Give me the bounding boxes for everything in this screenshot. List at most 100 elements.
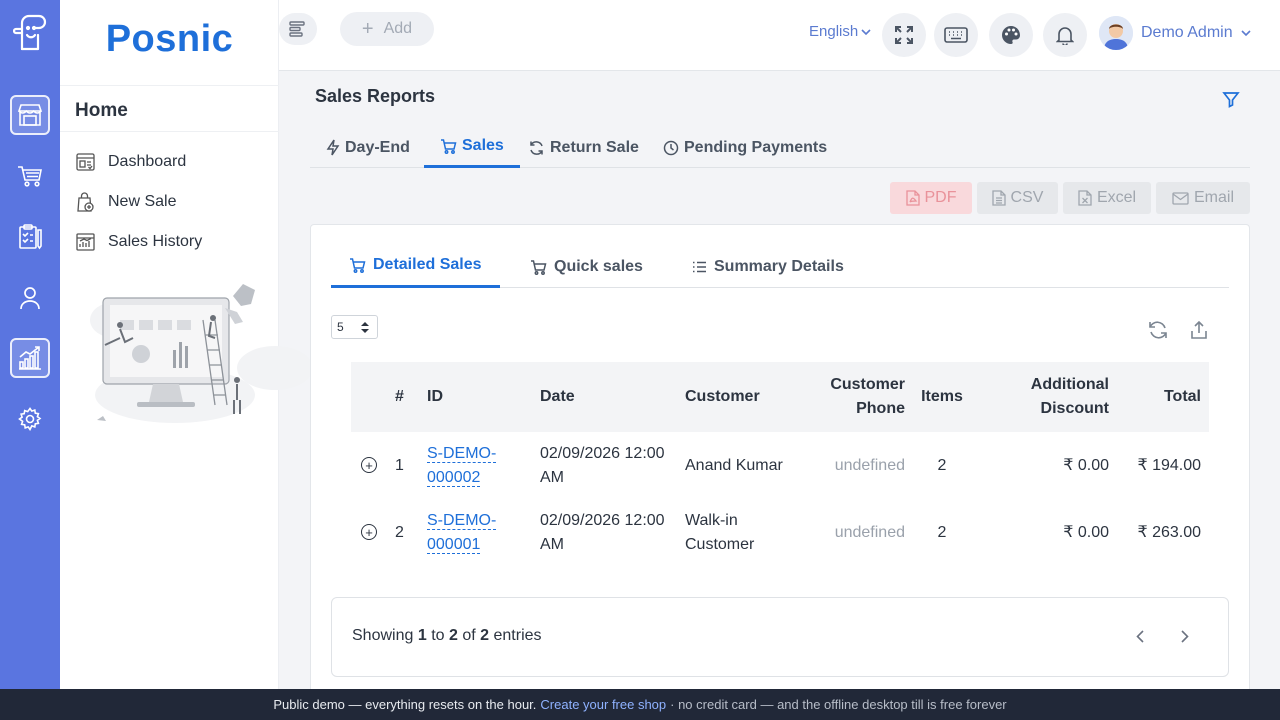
cell-id[interactable]: S-DEMO- 000001 [419,499,532,566]
clock-icon [663,140,679,155]
header-customer[interactable]: Customer [677,362,820,432]
export-label: PDF [924,189,957,206]
side-menu-title: Home [75,100,128,121]
cell-items: 2 [937,456,947,474]
cell-discount: ₹ 0.00 [1063,523,1109,541]
add-button[interactable]: + Add [340,12,434,46]
keyboard-shortcuts-button[interactable] [934,13,978,57]
fullscreen-button[interactable] [882,13,926,57]
cell-phone: undefined [834,456,905,474]
rail-clipboard-button[interactable] [10,217,50,257]
summary-to: 2 [448,627,458,644]
new-sale-icon [75,192,95,212]
add-button-label: Add [383,20,413,37]
store-icon [17,104,43,126]
filter-icon[interactable] [1221,89,1241,109]
sale-id-link[interactable]: S-DEMO- [427,511,497,530]
header-total[interactable]: Total [1117,362,1209,432]
tab-quick-sales[interactable]: Quick sales [512,245,661,288]
header-additional-discount[interactable]: Additional Discount [971,362,1117,432]
sidebar-item-sales-history[interactable]: Sales History [75,228,265,256]
chart-icon [19,346,41,370]
theme-button[interactable] [989,13,1033,57]
next-page-button[interactable] [1173,624,1197,648]
export-email-button[interactable]: Email [1156,182,1250,214]
chevron-right-icon [1181,629,1189,643]
previous-page-button[interactable] [1128,624,1152,648]
sale-id-link[interactable]: 000002 [427,468,481,487]
rail-settings-button[interactable] [10,399,50,439]
cell-date: 02/09/2026 12:00 AM [532,432,677,499]
language-select[interactable]: English [809,23,871,40]
summary-total: 2 [480,627,490,644]
banner-text: Public demo — everything resets on the h… [273,697,537,712]
expand-row-icon[interactable]: + [361,524,377,540]
export-table-button[interactable] [1187,318,1211,342]
expand-row-icon[interactable]: + [361,457,377,473]
dashboard-icon [75,152,95,172]
header-date[interactable]: Date [532,362,677,432]
export-pdf-button[interactable]: PDF [890,182,972,214]
date-text: AM [540,535,564,553]
cell-id[interactable]: S-DEMO- 000002 [419,432,532,499]
mail-icon [1172,191,1189,205]
date-text: AM [540,468,564,486]
excel-file-icon [1078,190,1092,206]
list-icon [693,261,706,272]
export-csv-button[interactable]: CSV [977,182,1058,214]
menu-toggle-button[interactable] [279,13,317,45]
header-id[interactable]: ID [419,362,532,432]
clipboard-icon [19,224,42,250]
summary-from: 1 [417,627,427,644]
export-excel-button[interactable]: Excel [1063,182,1151,214]
export-label: Email [1193,189,1234,206]
cell-customer: Walk-in Customer [677,499,820,566]
rail-user-button[interactable] [10,278,50,318]
user-icon [20,287,40,310]
tab-detailed-sales[interactable]: Detailed Sales [331,245,500,288]
avatar [1099,16,1133,50]
tab-day-end[interactable]: Day-End [310,127,426,168]
rail-store-button[interactable] [10,95,50,135]
notifications-button[interactable] [1043,13,1087,57]
palette-icon [1002,26,1020,44]
cell-total: ₹ 263.00 [1137,523,1201,541]
divider [60,85,279,86]
language-label: English [809,23,859,40]
header-label: Phone [856,400,905,417]
sale-id-link[interactable]: S-DEMO- [427,444,497,463]
refresh-table-button[interactable] [1146,318,1170,342]
pdf-file-icon [905,190,920,206]
sidebar-item-new-sale[interactable]: New Sale [75,188,265,216]
refresh-icon [530,140,543,155]
page-title: Sales Reports [315,86,436,106]
icon-rail [0,0,60,689]
sales-report-card: Detailed Sales Quick sales Summary Detai… [310,224,1250,694]
user-menu[interactable]: Demo Admin [1099,16,1251,50]
header-label: Discount [1040,400,1109,417]
header-customer-phone[interactable]: Customer Phone [820,362,913,432]
page-size-select[interactable]: 5 [331,315,378,339]
chevron-down-icon [861,28,871,35]
rail-cart-button[interactable] [10,156,50,196]
tab-sales[interactable]: Sales [424,127,520,168]
create-shop-link[interactable]: Create your free shop [540,697,666,712]
sale-id-link[interactable]: 000001 [427,535,481,554]
header-number[interactable]: # [387,362,419,432]
brand-logo[interactable]: Posnic [60,18,279,61]
fullscreen-icon [895,26,913,44]
plus-icon: + [361,18,374,40]
app-logo-icon[interactable] [10,12,50,52]
tab-pending-payments[interactable]: Pending Payments [647,127,843,168]
topbar: + Add English Demo Admin [279,0,1280,71]
chevron-left-icon [1136,629,1144,643]
rail-reports-button[interactable] [10,338,50,378]
entries-summary: Showing 1 to 2 of 2 entries [352,627,542,645]
header-items[interactable]: Items [913,362,971,432]
tab-label: Pending Payments [684,138,828,156]
tab-return-sale[interactable]: Return Sale [512,127,655,168]
tab-summary-details[interactable]: Summary Details [674,245,862,288]
sidebar-item-dashboard[interactable]: Dashboard [75,148,265,176]
export-label: CSV [1010,189,1044,206]
tab-label: Day-End [345,138,410,156]
